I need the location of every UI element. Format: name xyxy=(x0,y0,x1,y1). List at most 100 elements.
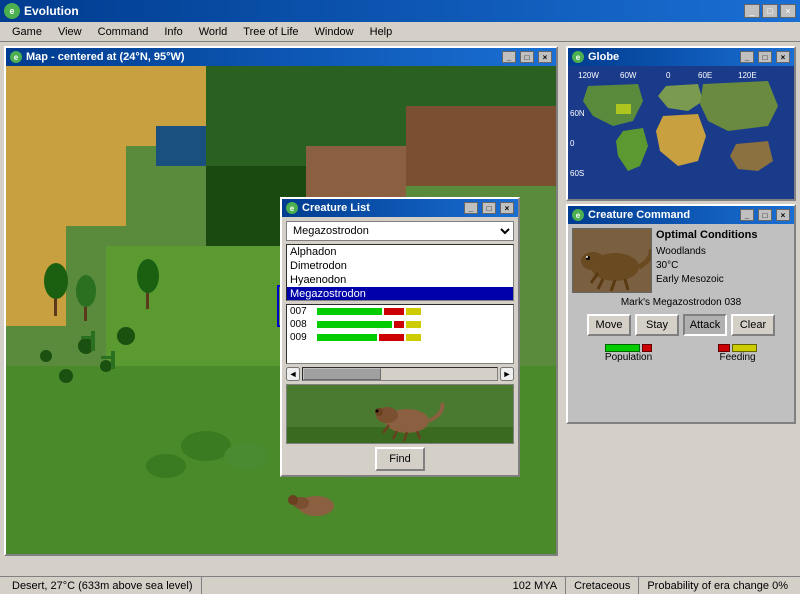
globe-content: 120W 60W 0 60E 120E 60N 0 60S xyxy=(568,66,794,199)
scrollbar-track xyxy=(302,367,498,381)
status-mya-text: 102 MYA xyxy=(513,580,557,592)
list-item-hyaenodon[interactable]: Hyaenodon xyxy=(287,273,513,287)
map-window-title: Map - centered at (24°N, 95°W) xyxy=(26,51,498,63)
creature-dropdown-row: Megazostrodon xyxy=(286,221,514,241)
status-location-text: Desert, 27°C (633m above sea level) xyxy=(12,580,193,592)
numbered-item-008[interactable]: 008 xyxy=(287,318,513,331)
feeding-label: Feeding xyxy=(718,352,757,363)
creature-list-title-bar: e Creature List _ □ × xyxy=(282,199,518,217)
status-bar: Desert, 27°C (633m above sea level) 102 … xyxy=(0,576,800,594)
map-minimize-btn[interactable]: _ xyxy=(502,51,516,63)
map-maximize-btn[interactable]: □ xyxy=(520,51,534,63)
scroll-left-btn[interactable]: ◄ xyxy=(286,367,300,381)
item-007-bar-yellow xyxy=(406,308,421,315)
creature-cmd-maximize-btn[interactable]: □ xyxy=(758,209,772,221)
optimal-temperature: 30°C xyxy=(656,259,757,273)
creature-dropdown[interactable]: Megazostrodon xyxy=(286,221,514,241)
find-button-row: Find xyxy=(286,447,514,471)
pop-feed-row: Population Feeding xyxy=(572,342,790,363)
scroll-right-btn[interactable]: ► xyxy=(500,367,514,381)
title-bar-buttons: _ □ × xyxy=(744,4,796,18)
creature-list-title: Creature List xyxy=(302,202,460,214)
creature-sprite xyxy=(572,228,652,293)
item-009-bar-yellow xyxy=(406,334,421,341)
close-button[interactable]: × xyxy=(780,4,796,18)
globe-close-btn[interactable]: × xyxy=(776,51,790,63)
menu-command[interactable]: Command xyxy=(90,24,157,40)
menu-help[interactable]: Help xyxy=(362,24,401,40)
status-mya: 102 MYA xyxy=(505,577,566,594)
find-button[interactable]: Find xyxy=(375,447,424,471)
minimize-button[interactable]: _ xyxy=(744,4,760,18)
svg-text:0: 0 xyxy=(570,139,575,148)
menu-window[interactable]: Window xyxy=(307,24,362,40)
list-item-dimetrodon[interactable]: Dimetrodon xyxy=(287,259,513,273)
creature-list-window: e Creature List _ □ × Megazostrodon Alph… xyxy=(280,197,520,477)
menu-tree-of-life[interactable]: Tree of Life xyxy=(235,24,306,40)
feeding-item: Feeding xyxy=(718,342,757,363)
feed-bar-yellow xyxy=(732,344,757,352)
optimal-era: Early Mesozoic xyxy=(656,273,757,287)
status-era: Cretaceous xyxy=(566,577,639,594)
creature-cmd-title-bar: e Creature Command _ □ × xyxy=(568,206,794,224)
numbered-item-007[interactable]: 007 xyxy=(287,305,513,318)
creature-list-maximize-btn[interactable]: □ xyxy=(482,202,496,214)
map-close-btn[interactable]: × xyxy=(538,51,552,63)
menu-info[interactable]: Info xyxy=(156,24,190,40)
move-button[interactable]: Move xyxy=(587,314,631,336)
creature-list-close-btn[interactable]: × xyxy=(500,202,514,214)
creature-cmd-title: Creature Command xyxy=(588,209,736,221)
creature-command-window: e Creature Command _ □ × xyxy=(566,204,796,424)
creature-list-minimize-btn[interactable]: _ xyxy=(464,202,478,214)
globe-window: e Globe _ □ × 120W 60W 0 60E 120E 60N 0 … xyxy=(566,46,796,201)
numbered-items-box[interactable]: 007 008 009 xyxy=(286,304,514,364)
svg-text:120E: 120E xyxy=(738,71,757,80)
status-era-text: Cretaceous xyxy=(574,580,630,592)
globe-window-icon: e xyxy=(572,51,584,63)
creature-preview xyxy=(286,384,514,444)
optimal-conditions-title: Optimal Conditions xyxy=(656,228,757,243)
menu-game[interactable]: Game xyxy=(4,24,50,40)
pop-bar-green xyxy=(605,344,640,352)
list-item-megazostrodon[interactable]: Megazostrodon xyxy=(287,287,513,301)
menu-view[interactable]: View xyxy=(50,24,90,40)
creature-sprite-svg xyxy=(573,229,652,293)
population-item: Population xyxy=(605,342,652,363)
scrollbar-thumb[interactable] xyxy=(303,368,381,380)
globe-window-title: Globe xyxy=(588,51,736,63)
creature-info-row: Optimal Conditions Woodlands 30°C Early … xyxy=(572,228,790,293)
creature-cmd-minimize-btn[interactable]: _ xyxy=(740,209,754,221)
item-008-label: 008 xyxy=(290,319,315,330)
app-icon: e xyxy=(4,3,20,19)
status-probability-text: Probability of era change 0% xyxy=(647,580,788,592)
item-007-bar-red xyxy=(384,308,404,315)
item-008-bar-red xyxy=(394,321,404,328)
item-009-label: 009 xyxy=(290,332,315,343)
pop-bar-red xyxy=(642,344,652,352)
item-009-bar-green xyxy=(317,334,377,341)
list-item-alphadon[interactable]: Alphadon xyxy=(287,245,513,259)
globe-maximize-btn[interactable]: □ xyxy=(758,51,772,63)
creature-list-box[interactable]: Alphadon Dimetrodon Hyaenodon Megazostro… xyxy=(286,244,514,301)
creature-preview-svg xyxy=(287,385,514,443)
item-009-bar-red xyxy=(379,334,404,341)
optimal-conditions: Optimal Conditions Woodlands 30°C Early … xyxy=(656,228,757,293)
map-title-bar: e Map - centered at (24°N, 95°W) _ □ × xyxy=(6,48,556,66)
numbered-item-009[interactable]: 009 xyxy=(287,331,513,344)
clear-button[interactable]: Clear xyxy=(731,314,775,336)
item-007-bar-green xyxy=(317,308,382,315)
stay-button[interactable]: Stay xyxy=(635,314,679,336)
globe-minimize-btn[interactable]: _ xyxy=(740,51,754,63)
app-title: Evolution xyxy=(24,4,740,18)
title-bar: e Evolution _ □ × xyxy=(0,0,800,22)
globe-title-bar: e Globe _ □ × xyxy=(568,48,794,66)
creature-cmd-content: Optimal Conditions Woodlands 30°C Early … xyxy=(568,224,794,422)
attack-button[interactable]: Attack xyxy=(683,314,727,336)
creature-cmd-close-btn[interactable]: × xyxy=(776,209,790,221)
menu-world[interactable]: World xyxy=(191,24,236,40)
svg-text:60E: 60E xyxy=(698,71,712,80)
maximize-button[interactable]: □ xyxy=(762,4,778,18)
svg-text:60S: 60S xyxy=(570,169,584,178)
svg-text:60N: 60N xyxy=(570,109,585,118)
creature-cmd-icon: e xyxy=(572,209,584,221)
